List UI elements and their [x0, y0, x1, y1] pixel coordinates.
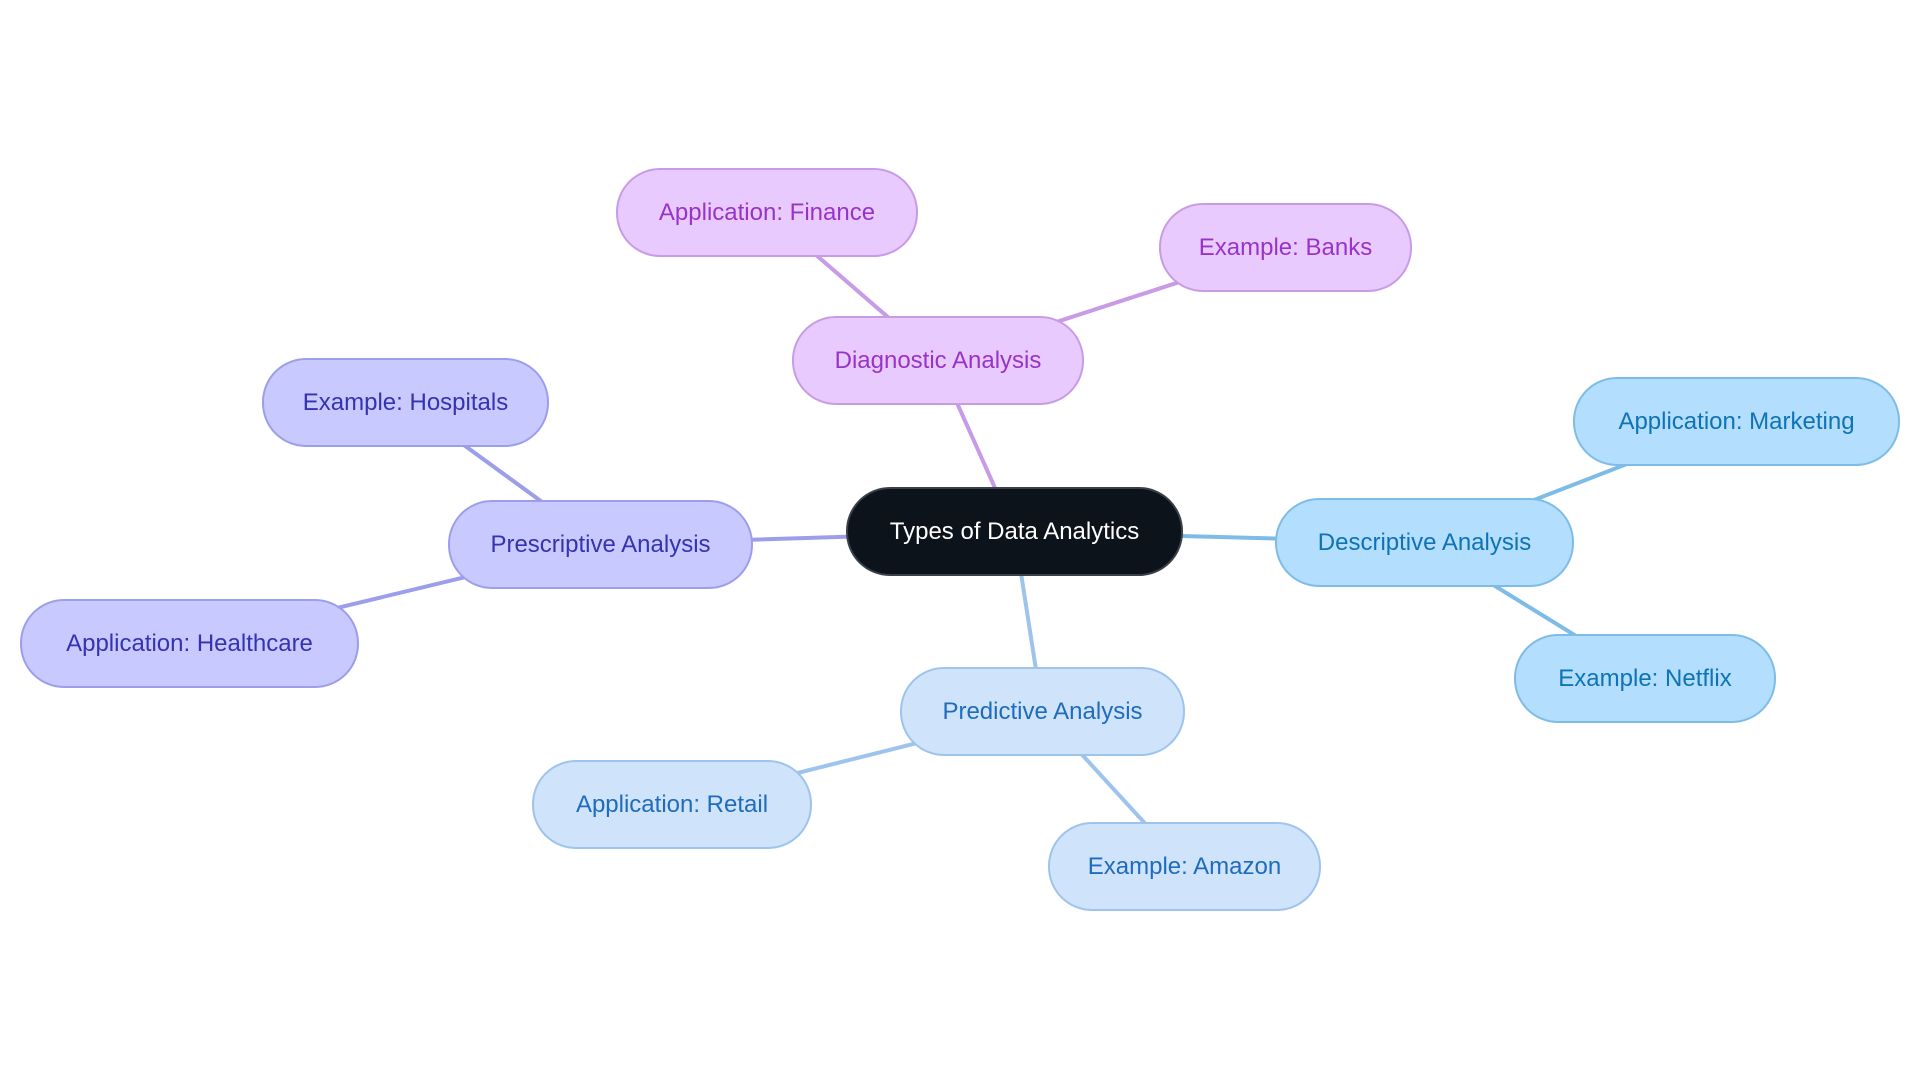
example-amazon-label: Example: Amazon	[1087, 852, 1282, 880]
predictive-analysis-node[interactable]: Predictive Analysis	[900, 667, 1185, 756]
example-netflix-label: Example: Netflix	[1558, 664, 1732, 692]
application-finance-label: Application: Finance	[658, 198, 876, 226]
application-finance-node[interactable]: Application: Finance	[616, 168, 918, 257]
example-netflix-node[interactable]: Example: Netflix	[1514, 634, 1776, 723]
application-retail-node[interactable]: Application: Retail	[532, 760, 812, 849]
prescriptive-analysis-node[interactable]: Prescriptive Analysis	[448, 500, 753, 589]
application-healthcare-label: Application: Healthcare	[66, 629, 313, 657]
example-banks-node[interactable]: Example: Banks	[1159, 203, 1412, 292]
application-marketing-label: Application: Marketing	[1618, 407, 1855, 435]
prescriptive-analysis-label: Prescriptive Analysis	[490, 530, 711, 558]
root-node-label: Types of Data Analytics	[889, 517, 1140, 545]
descriptive-analysis-node[interactable]: Descriptive Analysis	[1275, 498, 1574, 587]
diagnostic-analysis-node[interactable]: Diagnostic Analysis	[792, 316, 1084, 405]
example-banks-label: Example: Banks	[1198, 233, 1373, 261]
example-hospitals-node[interactable]: Example: Hospitals	[262, 358, 549, 447]
application-marketing-node[interactable]: Application: Marketing	[1573, 377, 1900, 466]
example-hospitals-label: Example: Hospitals	[302, 388, 509, 416]
application-retail-label: Application: Retail	[575, 790, 769, 818]
application-healthcare-node[interactable]: Application: Healthcare	[20, 599, 359, 688]
diagnostic-analysis-label: Diagnostic Analysis	[834, 346, 1042, 374]
predictive-analysis-label: Predictive Analysis	[942, 697, 1143, 725]
example-amazon-node[interactable]: Example: Amazon	[1048, 822, 1321, 911]
root-node[interactable]: Types of Data Analytics	[846, 487, 1183, 576]
descriptive-analysis-label: Descriptive Analysis	[1317, 528, 1532, 556]
